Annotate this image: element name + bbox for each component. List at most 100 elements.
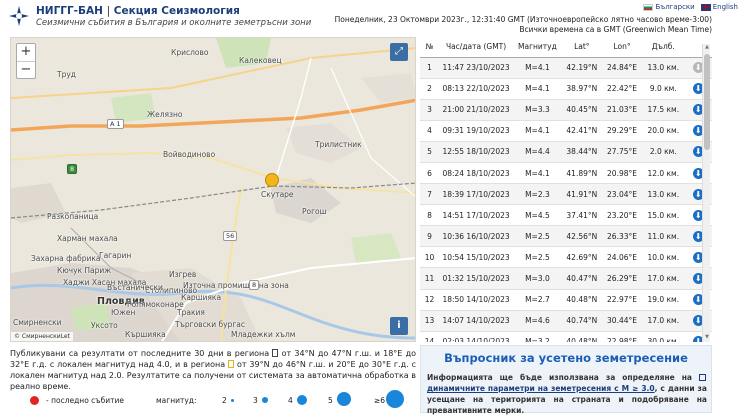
row-time: 21:00 21/10/2023: [439, 99, 514, 121]
lang-bg-label: Български: [655, 3, 695, 11]
row-lat: 40.74°N: [561, 310, 602, 332]
legend-size-label: ≥6: [374, 396, 386, 405]
road-badge: 8: [249, 280, 260, 290]
table-row[interactable]: 3 21:00 21/10/2023 M=3.3 40.45°N 21.03°E 17.5…: [420, 99, 712, 121]
row-magnitude: M=4.1: [513, 78, 562, 100]
table-row[interactable]: 4 09:31 19/10/2023 M=4.1 42.41°N 29.29°E 20.0…: [420, 120, 712, 142]
section-name: Секция Сеизмология: [113, 5, 240, 17]
map-label: Труд: [57, 70, 76, 79]
felt-earthquake-survey: Въпросник за усетено земетресение Информ…: [420, 345, 712, 416]
table-row[interactable]: 2 08:13 22/10/2023 M=4.1 38.97°N 22.42°E 9.0 …: [420, 78, 712, 100]
scrollbar-thumb[interactable]: [704, 54, 710, 150]
zoom-control: + −: [16, 43, 36, 79]
row-magnitude: M=2.7: [513, 289, 562, 311]
table-row[interactable]: 13 14:07 14/10/2023 M=4.6 40.74°N 30.44°E 17.…: [420, 310, 712, 332]
description-part1: Публикувани са резултати от последните 3…: [10, 349, 270, 358]
row-number: 4: [420, 120, 440, 142]
row-number: 11: [420, 267, 440, 290]
row-lat: 40.48°N: [561, 289, 602, 311]
table-row[interactable]: 7 18:39 17/10/2023 M=2.3 41.91°N 23.04°E 13.0…: [420, 183, 712, 206]
magnitude-4-dot-icon: [297, 395, 307, 405]
map-label: Гагарин: [99, 251, 132, 260]
map-label: Изгрев: [169, 270, 197, 279]
row-time: 10:36 16/10/2023: [439, 225, 514, 248]
row-depth: 17.0 км.: [642, 267, 685, 290]
table-row[interactable]: 1 11:47 23/10/2023 M=4.1 42.19°N 24.84°E 13.0…: [420, 57, 712, 79]
map-label: Източна промишлена зона: [183, 281, 289, 290]
site-subtitle: Сеизмични събития в България и околните …: [36, 18, 312, 28]
legend-size-label: 4: [288, 396, 293, 405]
row-time: 12:55 18/10/2023: [439, 141, 514, 163]
table-scrollbar[interactable]: ▲ ▼: [702, 44, 710, 342]
dynamic-parameters-link[interactable]: динамичните параметри на земетресения с …: [427, 384, 655, 393]
table-row[interactable]: 6 08:24 18/10/2023 M=4.1 41.89°N 20.98°E 12.0…: [420, 162, 712, 185]
earthquake-table: № Час/дата (GMT) Магнитуд Lat° Lon° Дълб…: [420, 37, 712, 342]
last-event-dot-icon: [30, 396, 39, 405]
row-number: 6: [420, 162, 440, 185]
table-row[interactable]: 5 12:55 18/10/2023 M=4.4 38.44°N 27.75°E 2.0 …: [420, 141, 712, 163]
magnitude-5-dot-icon: [337, 392, 351, 406]
row-number: 3: [420, 99, 440, 121]
table-row[interactable]: 12 18:50 14/10/2023 M=2.7 40.48°N 22.97°E 19.…: [420, 289, 712, 311]
row-magnitude: M=2.5: [513, 246, 562, 269]
table-row[interactable]: 9 10:36 16/10/2023 M=2.5 42.56°N 26.33°E 11.0…: [420, 225, 712, 248]
results-description: Публикувани са резултати от последните 3…: [10, 348, 416, 392]
road-badge: 56: [223, 231, 238, 241]
row-magnitude: M=3.0: [513, 267, 562, 290]
table-row[interactable]: 11 01:32 15/10/2023 M=3.0 40.47°N 26.29°E 17.…: [420, 267, 712, 290]
row-time: 02:03 14/10/2023: [439, 331, 514, 342]
external-link-icon: [699, 374, 706, 381]
row-lon: 22.97°E: [601, 289, 643, 311]
table-row[interactable]: 10 10:54 15/10/2023 M=2.5 42.69°N 24.06°E 10.…: [420, 246, 712, 269]
site-title: НИГГГ-БАН | Секция Сеизмология: [36, 5, 240, 17]
legend-size-label: 5: [328, 396, 333, 405]
row-lat: 40.45°N: [561, 99, 602, 121]
survey-text-before: Информацията ще бъде използвана за опред…: [427, 373, 692, 382]
earthquake-table-container[interactable]: № Час/дата (GMT) Магнитуд Lat° Lon° Дълб…: [420, 37, 712, 342]
row-lon: 24.06°E: [601, 246, 643, 269]
row-lat: 40.48°N: [561, 331, 602, 342]
table-row[interactable]: 14 02:03 14/10/2023 M=3.2 40.48°N 22.98°E 30.…: [420, 331, 712, 342]
map-label: Харман махала: [57, 234, 118, 243]
row-lon: 24.84°E: [601, 57, 643, 79]
map-label: Каршияка: [181, 293, 222, 302]
row-time: 14:51 17/10/2023: [439, 204, 514, 227]
map-legend: - последно събитие магнитуд: 2 3 4 5 ≥6: [10, 390, 416, 412]
col-header-depth: Дълб.: [642, 37, 685, 58]
info-icon[interactable]: i: [390, 317, 408, 335]
table-row[interactable]: 8 14:51 17/10/2023 M=4.5 37.41°N 23.20°E 15.0…: [420, 204, 712, 227]
lang-bg-link[interactable]: Български: [643, 3, 695, 11]
map-label: Войводиново: [163, 150, 216, 159]
row-magnitude: M=4.5: [513, 204, 562, 227]
col-header-number: №: [420, 37, 440, 58]
survey-description: Информацията ще бъде използвана за опред…: [427, 372, 707, 416]
region-box-gold-icon: [228, 360, 235, 368]
row-lon: 27.75°E: [601, 141, 643, 163]
row-number: 13: [420, 310, 440, 332]
zoom-in-button[interactable]: +: [17, 44, 35, 61]
scroll-up-icon[interactable]: ▲: [703, 44, 711, 52]
row-number: 14: [420, 331, 440, 342]
row-lat: 37.41°N: [561, 204, 602, 227]
org-name[interactable]: НИГГГ-БАН: [36, 5, 103, 17]
row-depth: 17.5 км.: [642, 99, 685, 121]
row-lat: 38.44°N: [561, 141, 602, 163]
row-number: 7: [420, 183, 440, 206]
lang-en-link[interactable]: English: [700, 3, 738, 11]
row-magnitude: M=4.1: [513, 162, 562, 185]
row-time: 10:54 15/10/2023: [439, 246, 514, 269]
row-magnitude: M=3.3: [513, 99, 562, 121]
zoom-out-button[interactable]: −: [17, 61, 35, 78]
row-lon: 26.29°E: [601, 267, 643, 290]
map-label: Южен: [111, 308, 136, 317]
fullscreen-icon[interactable]: ⤢: [390, 43, 408, 61]
latest-earthquake-marker[interactable]: [265, 173, 279, 187]
row-depth: 12.0 км.: [642, 162, 685, 185]
survey-title-link[interactable]: Въпросник за усетено земетресение: [421, 351, 711, 365]
magnitude-6-dot-icon: [386, 390, 404, 408]
scroll-down-icon[interactable]: ▼: [703, 334, 711, 342]
seismic-map[interactable]: Крислово Калековец Труд Желязно Войводин…: [10, 37, 416, 342]
row-number: 1: [420, 57, 440, 79]
row-time: 11:47 23/10/2023: [439, 57, 514, 79]
row-lat: 38.97°N: [561, 78, 602, 100]
